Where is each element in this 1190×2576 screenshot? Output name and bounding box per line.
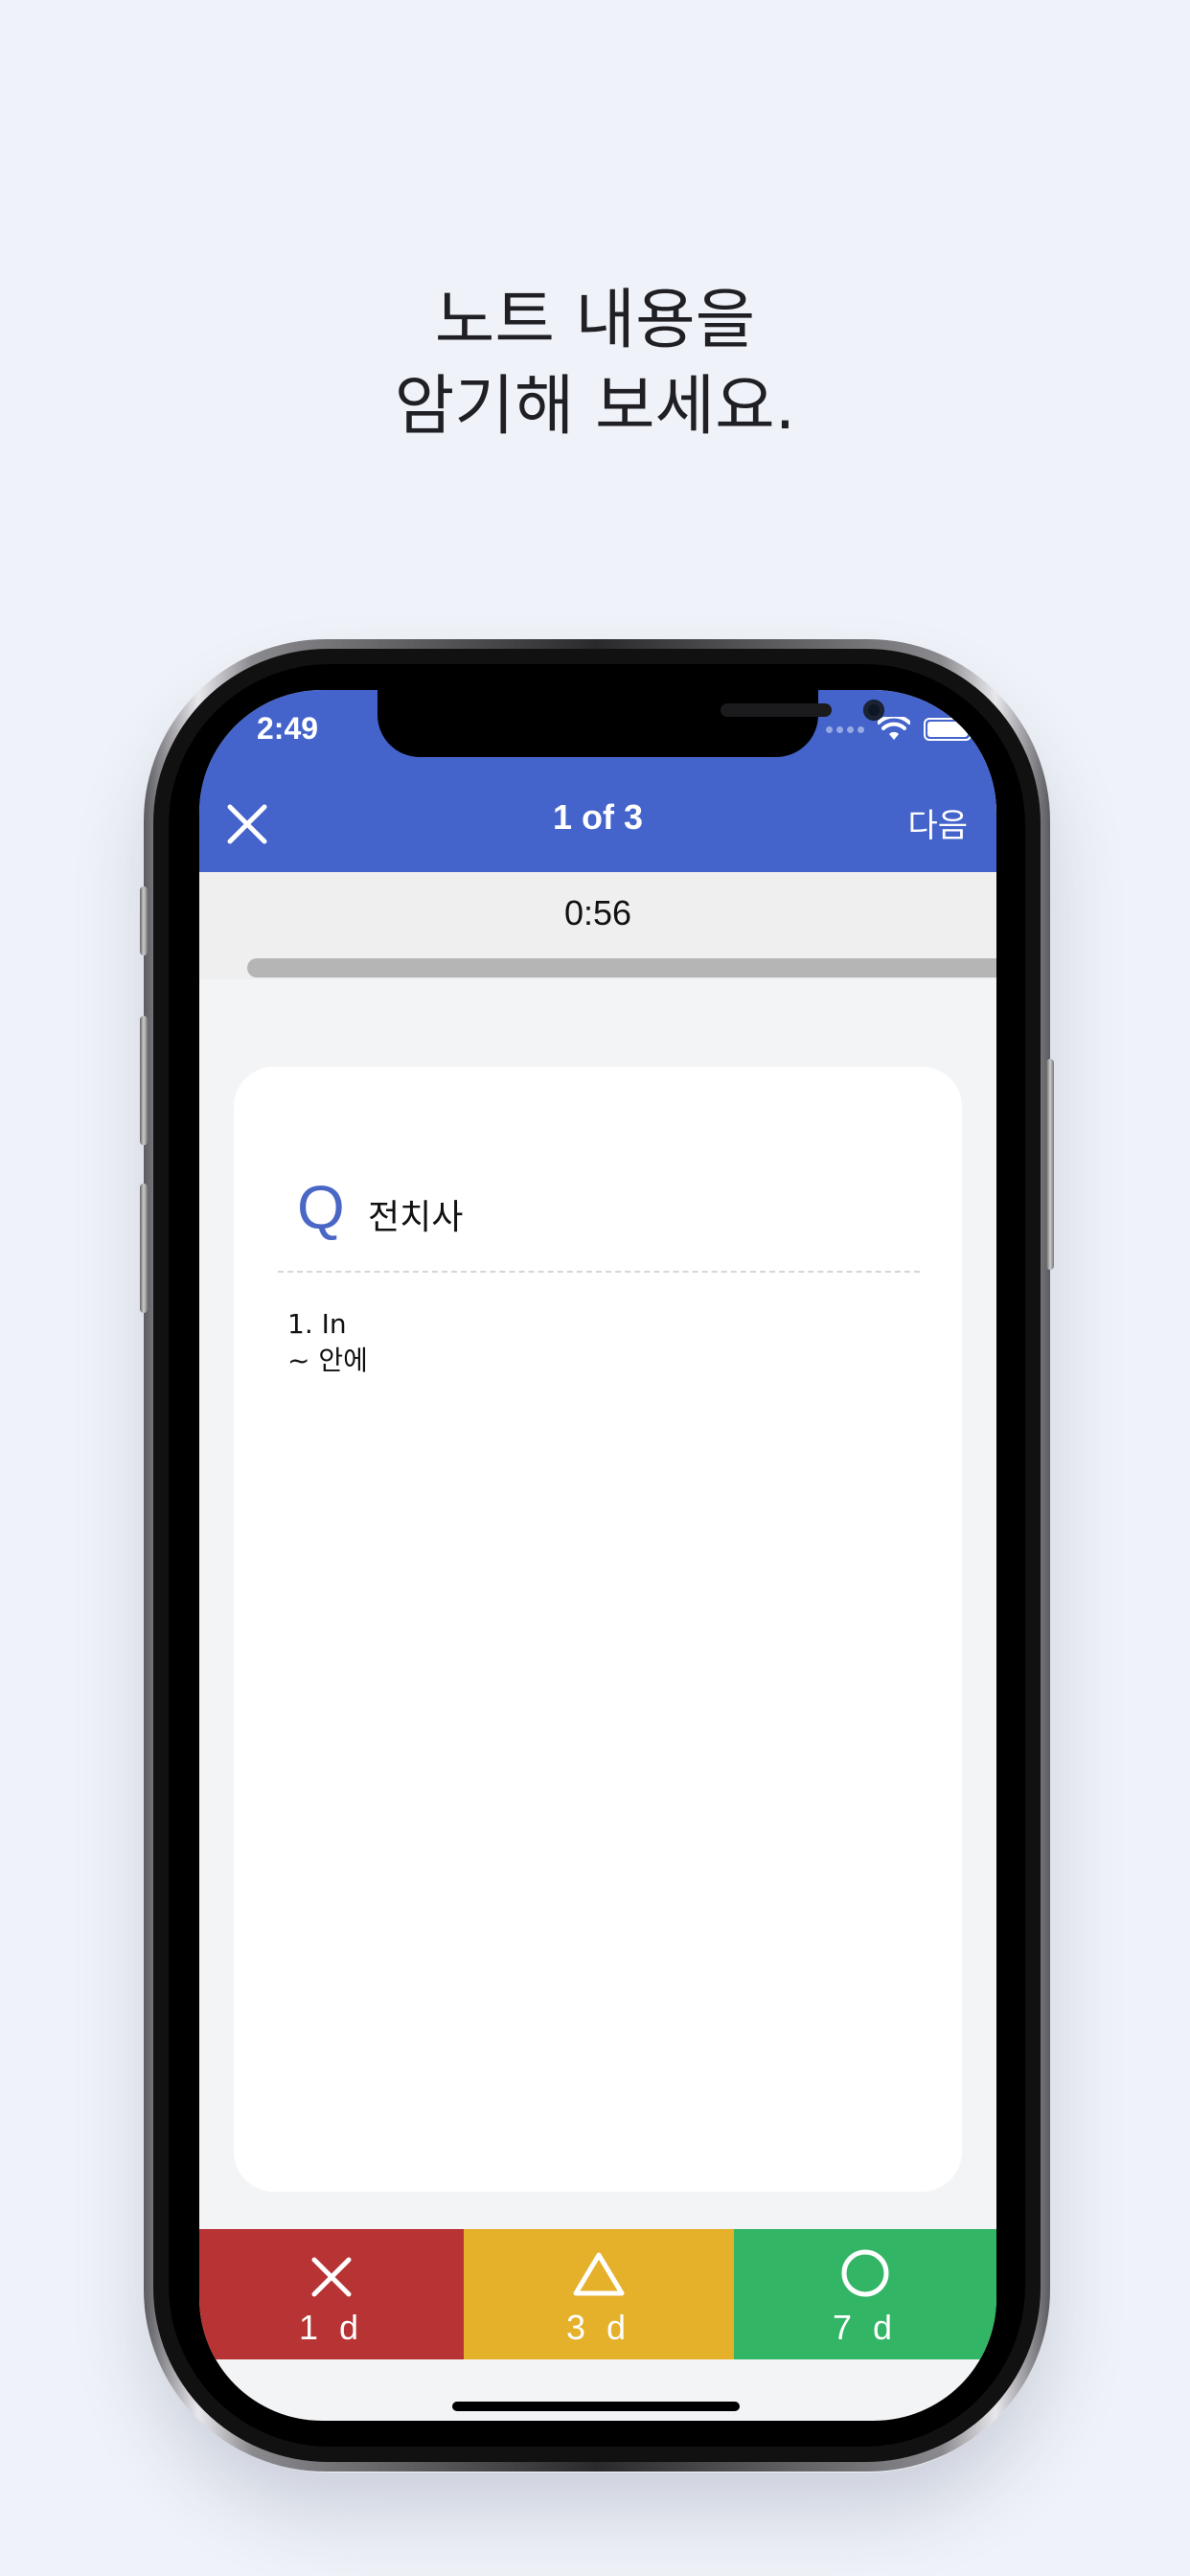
card-divider <box>278 1271 920 1273</box>
timer-area: 0:56 <box>199 872 996 979</box>
speaker <box>721 703 832 717</box>
question-marker: Q <box>297 1173 345 1242</box>
answer-line: ~ 안에 <box>287 1345 368 1376</box>
rate-3-day-button[interactable]: 3 d <box>464 2229 734 2359</box>
answer-line: 1. In <box>287 1308 347 1340</box>
flashcard[interactable]: Q 전치사 1. In ~ 안에 <box>234 1067 962 2192</box>
timer-text: 0:56 <box>563 893 632 932</box>
circle-icon <box>841 2249 889 2297</box>
phone-screen: 2:49 1 of 3 다음 0:56 Q 전치사 1. In ~ 안에 1 d… <box>199 690 996 2421</box>
home-indicator[interactable] <box>452 2402 740 2411</box>
front-camera <box>863 700 884 721</box>
power-button <box>1046 1059 1054 1270</box>
rating-bar: 1 d 3 d 7 d <box>199 2229 996 2359</box>
signal-icon <box>826 725 864 733</box>
next-button[interactable]: 다음 <box>907 799 968 846</box>
status-icons <box>826 717 976 742</box>
answer-text: 1. In ~ 안에 <box>287 1306 368 1379</box>
volume-down-button <box>140 1184 148 1313</box>
wifi-icon <box>878 717 910 740</box>
rate-3-day-label: 3 d <box>565 2308 632 2347</box>
volume-up-button <box>140 1016 148 1145</box>
rate-1-day-label: 1 d <box>298 2308 365 2347</box>
headline-line-1: 노트 내용을 <box>434 283 756 358</box>
question-text: 전치사 <box>368 1198 464 1237</box>
nav-title: 1 of 3 <box>552 797 644 837</box>
rate-7-day-button[interactable]: 7 d <box>734 2229 996 2359</box>
triangle-icon <box>573 2252 625 2296</box>
notch <box>378 690 884 757</box>
headline-line-2: 암기해 보세요. <box>394 369 796 445</box>
status-time: 2:49 <box>257 711 319 746</box>
timer-progress-bar <box>247 958 996 978</box>
rate-7-day-label: 7 d <box>832 2308 899 2347</box>
battery-icon <box>924 718 976 741</box>
mute-switch <box>140 886 148 955</box>
rate-1-day-button[interactable]: 1 d <box>199 2229 464 2359</box>
x-icon <box>311 2257 352 2297</box>
headline: 노트 내용을 암기해 보세요. <box>0 278 1190 450</box>
